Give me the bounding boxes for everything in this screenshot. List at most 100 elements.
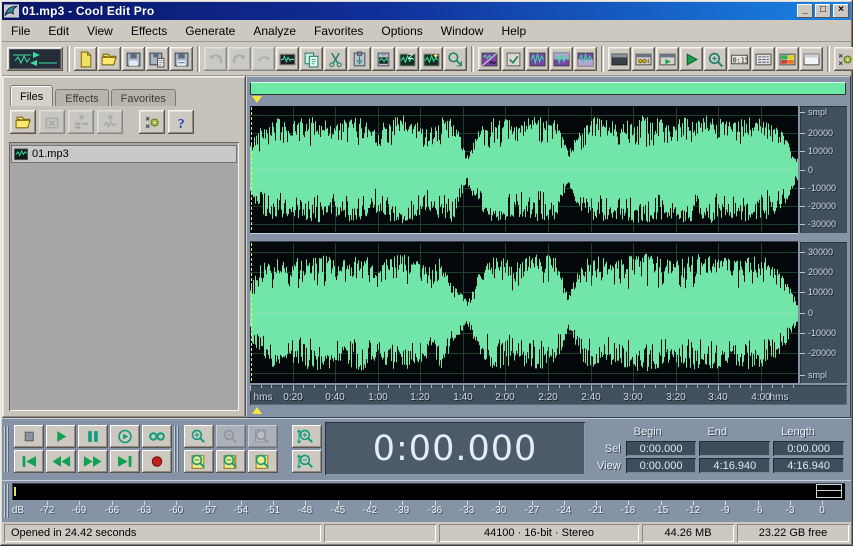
show-time-window-button[interactable]: 0:15 [728,47,751,71]
close-button[interactable]: × [833,4,849,18]
multitrack-view-toggle-button[interactable] [7,47,63,71]
zoom-out-button[interactable] [216,425,246,448]
menu-file[interactable]: File [2,21,39,41]
timeline-ruler[interactable]: hms0:200:401:001:201:402:002:202:403:003… [250,385,847,405]
amplitude-ruler-channel[interactable]: 3000020000100000-10000-20000smpl [800,242,847,383]
zoom-out-vertical-button[interactable] [292,450,322,473]
minimize-button[interactable]: _ [797,4,813,18]
file-list[interactable]: 01.mp3 [9,142,239,411]
menu-view[interactable]: View [78,21,122,41]
go-to-end-button[interactable] [110,450,140,473]
level-meter-bar[interactable] [12,483,845,500]
mix-paste-button[interactable] [396,47,419,71]
advanced-options-button[interactable] [139,110,165,134]
tab-effects[interactable]: Effects [55,89,108,106]
wave-purple2-icon [553,51,570,68]
loop-button[interactable] [142,425,172,448]
menu-edit[interactable]: Edit [39,21,78,41]
menu-analyze[interactable]: Analyze [244,21,305,41]
timeline-tick [782,385,783,388]
menu-help[interactable]: Help [492,21,535,41]
cut-button[interactable] [324,47,347,71]
selection-marker-top-icon[interactable] [252,96,262,103]
maximize-button[interactable]: □ [815,4,831,18]
zoom-in-button[interactable] [184,425,214,448]
open-file-button[interactable] [98,47,121,71]
save-as-button[interactable] [146,47,169,71]
toggle-option-button[interactable] [502,47,525,71]
waveform-display[interactable] [250,106,798,383]
file-item[interactable]: 01.mp3 [11,145,237,163]
paste-button[interactable] [348,47,371,71]
amplitude-ruler-channel[interactable]: smpl20000100000-10000-20000-30000 [800,106,847,233]
grip-handle[interactable] [174,426,180,472]
conv-diag-icon [481,51,498,68]
wave-z-icon [399,51,416,68]
zoom-full-button[interactable] [248,450,278,473]
tab-files[interactable]: Files [10,85,53,106]
clip-indicators[interactable] [816,484,842,498]
repeat-last-command-button[interactable] [252,47,275,71]
undo-button[interactable] [204,47,227,71]
paste-to-new-button[interactable] [372,47,395,71]
edit-right-channel-button[interactable] [550,47,573,71]
save-button[interactable] [122,47,145,71]
stop-button[interactable] [14,425,44,448]
zoom-in-vertical-button[interactable] [292,425,322,448]
snapping-options-button[interactable] [834,47,853,71]
show-waveform-window-button[interactable] [608,47,631,71]
timeline-tick [655,385,656,388]
redo-button[interactable] [228,47,251,71]
menu-window[interactable]: Window [432,21,493,41]
zoom-to-left-edge-button[interactable] [184,450,214,473]
rewind-button[interactable] [46,450,76,473]
save-selection-button[interactable] [170,47,193,71]
pause-button[interactable] [78,425,108,448]
repeat-icon [255,51,272,68]
amplitude-ruler[interactable]: smpl20000100000-10000-20000-30000 3000020… [800,106,847,383]
show-organizer-window-button[interactable] [632,47,655,71]
edit-left-channel-button[interactable] [526,47,549,71]
convert-sample-type-button[interactable] [478,47,501,71]
show-level-meters-button[interactable] [776,47,799,71]
copy-button[interactable] [300,47,323,71]
go-to-start-button[interactable] [14,450,44,473]
zoom-to-right-edge-button[interactable] [216,450,246,473]
show-zoom-window-button[interactable] [704,47,727,71]
play-looped-button[interactable] [110,425,140,448]
timeline-tick [399,385,400,388]
insert-into-multitrack-button[interactable] [68,110,94,134]
new-file-button[interactable] [74,47,97,71]
menu-favorites[interactable]: Favorites [305,21,372,41]
time-display[interactable]: 0:00.000 [325,422,585,475]
show-placekeeper-button[interactable] [800,47,823,71]
tab-favorites[interactable]: Favorites [111,89,176,106]
grip-handle[interactable] [4,426,10,472]
menu-options[interactable]: Options [372,21,431,41]
show-play-list-button[interactable] [680,47,703,71]
play-button[interactable] [46,425,76,448]
import-file-button[interactable] [10,110,36,134]
menu-effects[interactable]: Effects [122,21,176,41]
zoom-to-selection-button[interactable] [248,425,278,448]
meter-scale-label: -54 [227,505,255,516]
show-cue-list-button[interactable] [656,47,679,71]
close-file-button[interactable] [39,110,65,134]
insert-into-session-button[interactable] [97,110,123,134]
timeline-tick [569,385,570,388]
overview-scroll-bar[interactable] [250,82,846,95]
edit-both-channels-button[interactable] [574,47,597,71]
find-beats-button[interactable] [444,47,467,71]
show-transport-controls-button[interactable] [752,47,775,71]
record-button[interactable] [142,450,172,473]
title-bar[interactable]: 01.mp3 - Cool Edit Pro _□× [2,2,851,20]
trim-button[interactable] [276,47,299,71]
help-button[interactable]: ? [168,110,194,134]
paste-special-button[interactable] [420,47,443,71]
fast-forward-button[interactable] [78,450,108,473]
menu-generate[interactable]: Generate [176,21,244,41]
cue-bar-top[interactable] [250,95,846,104]
level-meter-panel[interactable]: dB-72-69-66-63-60-57-54-51-48-45-42-39-3… [2,480,851,522]
selection-marker-bottom-icon[interactable] [252,407,262,414]
cue-bar-bottom[interactable] [250,407,846,416]
